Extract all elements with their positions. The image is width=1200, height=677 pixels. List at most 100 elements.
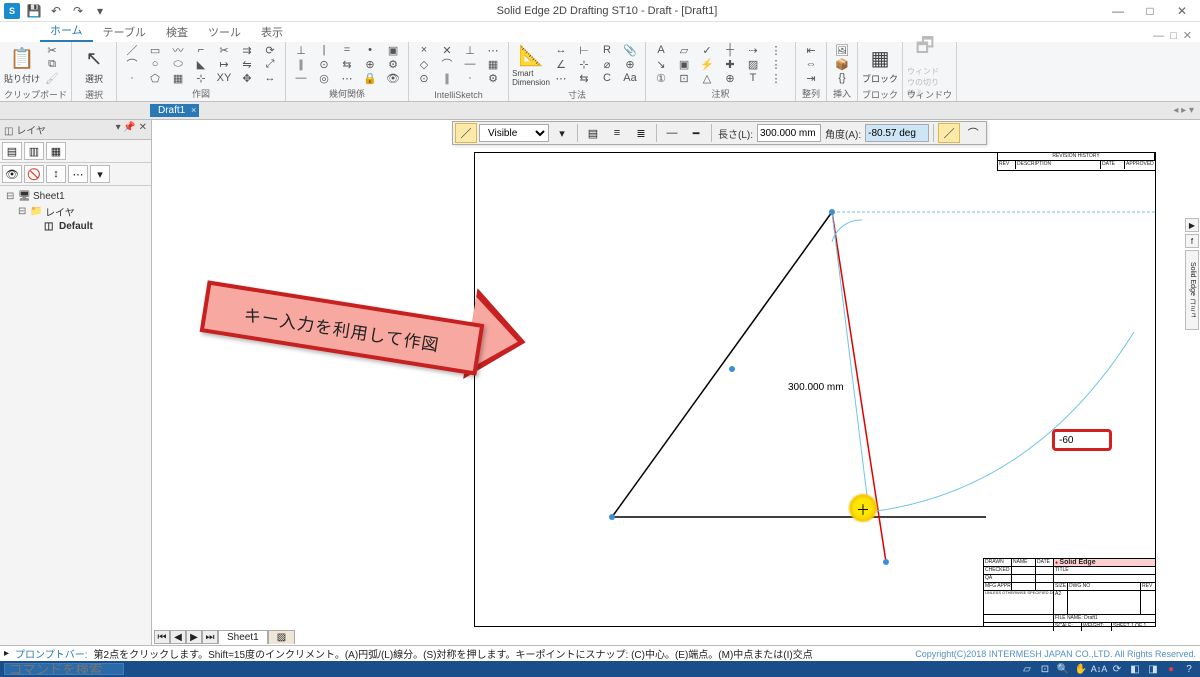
layer-move-icon[interactable]: ↕	[46, 165, 66, 183]
is-end-icon[interactable]: ×	[413, 43, 435, 57]
tb-view2-icon[interactable]: ◨	[1146, 663, 1160, 675]
anno-more3-icon[interactable]: ⋮	[765, 71, 787, 85]
layer-hide-icon[interactable]: 🚫	[24, 165, 44, 183]
brush-icon[interactable]: 🖌	[41, 71, 63, 85]
fillet-icon[interactable]: ⌐	[190, 43, 212, 57]
connect-icon[interactable]: ⊕	[359, 57, 381, 71]
doc-tab-nav[interactable]: ◂ ▸ ▾	[1167, 105, 1200, 116]
lock-icon[interactable]: 🔒	[359, 71, 381, 85]
close-button[interactable]: ✕	[1168, 2, 1196, 20]
centermark-icon[interactable]: ✚	[719, 57, 741, 71]
dim-dist-icon[interactable]: ↔	[550, 43, 572, 57]
layer-group-icon[interactable]: ▦	[46, 142, 66, 160]
smart-dimension-button[interactable]: 📐Smart Dimension	[513, 43, 549, 87]
width1-btn[interactable]: —	[661, 123, 683, 143]
align-right-icon[interactable]: ⇥	[800, 71, 822, 85]
sheet-last-icon[interactable]: ⏭	[202, 630, 218, 644]
qat-more-icon[interactable]: ▾	[90, 2, 110, 20]
rail-youtube-icon[interactable]: ▶	[1185, 218, 1199, 232]
paste-button[interactable]: 📋貼り付け	[4, 43, 40, 87]
tree-default-layer[interactable]: ◫Default	[2, 220, 149, 233]
text-icon[interactable]: A	[650, 43, 672, 57]
collinear-icon[interactable]: ⋯	[336, 71, 358, 85]
symmetric-icon[interactable]: ⇆	[336, 57, 358, 71]
sheet-prev-icon[interactable]: ◀	[170, 630, 186, 644]
balloon-icon[interactable]: ①	[650, 71, 672, 85]
tb-text-size-icon[interactable]: A↕A	[1092, 663, 1106, 675]
align-left-icon[interactable]: ⇤	[800, 43, 822, 57]
auto-rel-icon[interactable]: ⚙	[382, 57, 404, 71]
xy-icon[interactable]: XY	[213, 71, 235, 85]
qat-undo-icon[interactable]: ↶	[46, 2, 66, 20]
circle-icon[interactable]: ○	[144, 57, 166, 71]
concentric-icon[interactable]: ◎	[313, 71, 335, 85]
equal-icon[interactable]: =	[336, 43, 358, 57]
dim-attach-icon[interactable]: 📎	[619, 43, 641, 57]
polygon-icon[interactable]: ⬠	[144, 71, 166, 85]
mirror-icon[interactable]: ⇋	[236, 57, 258, 71]
window-max2-icon[interactable]: □	[1170, 30, 1177, 42]
stretch-icon[interactable]: ↔	[259, 71, 281, 85]
doc-tab-close-icon[interactable]: ×	[191, 105, 196, 115]
select-button[interactable]: ↖選択	[76, 43, 112, 87]
line-mode-icon[interactable]: ／	[938, 123, 960, 143]
drawing-canvas[interactable]: ／ Visible ▾ ▤ ≡ ≣ — ━ 長さ(L): 角度(A): ／ ⌒ …	[152, 120, 1200, 647]
object-icon[interactable]: 📦	[831, 57, 853, 71]
tb-pan-icon[interactable]: ✋	[1074, 663, 1088, 675]
construct-icon[interactable]: ⊹	[190, 71, 212, 85]
tb-zoom-icon[interactable]: 🔍	[1056, 663, 1070, 675]
spline-icon[interactable]: 〰	[167, 43, 189, 57]
show-rel-icon[interactable]: 👁	[382, 71, 404, 85]
style3-btn[interactable]: ≣	[630, 123, 652, 143]
is-center-icon[interactable]: ⊙	[413, 71, 435, 85]
edge-cond-icon[interactable]: △	[696, 71, 718, 85]
dim-style-icon[interactable]: Aa	[619, 71, 641, 85]
text-prof-icon[interactable]: T	[742, 71, 764, 85]
length-input[interactable]	[757, 124, 821, 142]
is-ext-icon[interactable]: ⋯	[482, 43, 504, 57]
tab-inspect[interactable]: 検査	[156, 22, 198, 42]
is-parallel-icon[interactable]: ∥	[436, 71, 458, 85]
dim-symm-icon[interactable]: ⇆	[573, 71, 595, 85]
tb-zoom-fit-icon[interactable]: ⊡	[1038, 663, 1052, 675]
parallel-icon[interactable]: ∥	[290, 57, 312, 71]
angle-input[interactable]	[865, 124, 929, 142]
image-icon[interactable]: 🖼	[831, 43, 853, 57]
is-horiz-icon[interactable]: —	[459, 57, 481, 71]
tab-tools[interactable]: ツール	[198, 22, 251, 42]
style2-btn[interactable]: ≡	[606, 123, 628, 143]
is-intersect-icon[interactable]: ✕	[436, 43, 458, 57]
rail-community-icon[interactable]: Solid Edge コミュ	[1185, 250, 1199, 330]
arc-mode-icon[interactable]: ⌒	[962, 123, 984, 143]
style1-btn[interactable]: ▤	[582, 123, 604, 143]
tab-home[interactable]: ホーム	[40, 20, 93, 42]
width2-btn[interactable]: ━	[685, 123, 707, 143]
move-icon[interactable]: ✥	[236, 71, 258, 85]
window-min2-icon[interactable]: —	[1153, 30, 1164, 42]
rigid-icon[interactable]: ▣	[382, 43, 404, 57]
coincident-icon[interactable]: •	[359, 43, 381, 57]
copy-icon[interactable]: ⧉	[41, 57, 63, 71]
window-switch-button[interactable]: 🗗ウィンドウの切り替え	[907, 43, 943, 87]
sheet-tab-bg[interactable]: ▨	[268, 630, 295, 644]
extend-icon[interactable]: ↦	[213, 57, 235, 71]
rail-fb-icon[interactable]: f	[1185, 234, 1199, 248]
sheet-next-icon[interactable]: ▶	[186, 630, 202, 644]
layer-opts-icon[interactable]: ▾	[90, 165, 110, 183]
tab-table[interactable]: テーブル	[93, 22, 156, 42]
dim-chain-icon[interactable]: ⋯	[550, 71, 572, 85]
block-button[interactable]: ▦ブロック	[862, 43, 898, 87]
tb-view1-icon[interactable]: ◧	[1128, 663, 1142, 675]
trim-icon[interactable]: ✂	[213, 43, 235, 57]
bolt-icon[interactable]: ⊕	[719, 71, 741, 85]
cut-icon[interactable]: ✂	[41, 43, 63, 57]
dim-base-icon[interactable]: ⊢	[573, 43, 595, 57]
tangent-icon[interactable]: ⊙	[313, 57, 335, 71]
tab-view[interactable]: 表示	[251, 22, 293, 42]
sheet-first-icon[interactable]: ⏮	[154, 630, 170, 644]
datum-icon[interactable]: ▣	[673, 57, 695, 71]
layer-new-icon[interactable]: ▤	[2, 142, 22, 160]
tb-stop-icon[interactable]: ●	[1164, 663, 1178, 675]
sheet-tab-1[interactable]: Sheet1	[218, 630, 268, 644]
angle-input-popup[interactable]	[1052, 429, 1112, 451]
